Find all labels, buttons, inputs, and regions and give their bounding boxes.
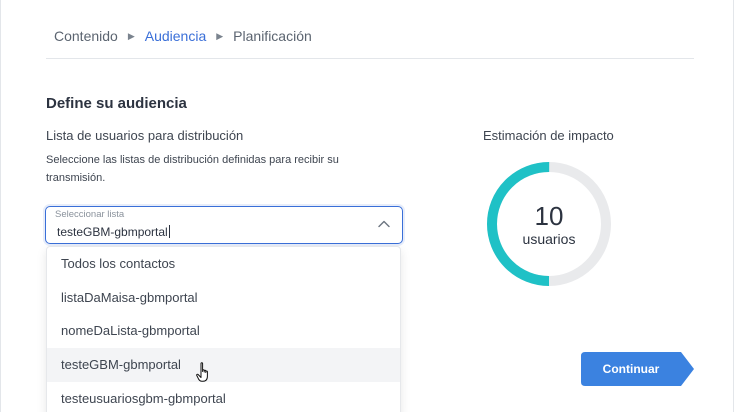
section-title: Define su audiencia xyxy=(46,95,187,112)
distribution-list-select[interactable]: Seleccionar lista testeGBM-gbmportal xyxy=(45,206,403,244)
dropdown-option[interactable]: nomeDaLista-gbmportal xyxy=(47,314,400,348)
distribution-list-description: Seleccione las listas de distribución de… xyxy=(46,154,339,184)
impact-unit: usuarios xyxy=(522,231,576,247)
breadcrumb-separator-icon: ▶ xyxy=(216,30,224,41)
distribution-list-dropdown: Todos los contactos listaDaMaisa-gbmport… xyxy=(46,246,401,412)
select-current-value[interactable]: testeGBM-gbmportal xyxy=(57,225,170,239)
continue-button-label: Continuar xyxy=(602,362,660,376)
breadcrumb-step-planning[interactable]: Planificación xyxy=(233,28,312,44)
impact-count: 10 xyxy=(534,201,564,231)
dropdown-option-hovered[interactable]: testeGBM-gbmportal xyxy=(47,348,400,382)
breadcrumb-step-audience[interactable]: Audiencia xyxy=(145,28,207,44)
breadcrumb: Contenido ▶ Audiencia ▶ Planificación xyxy=(54,28,312,44)
select-floating-label: Seleccionar lista xyxy=(55,209,125,220)
chevron-up-icon[interactable] xyxy=(378,219,390,229)
audience-step-card: Contenido ▶ Audiencia ▶ Planificación De… xyxy=(0,0,734,412)
breadcrumb-step-content[interactable]: Contenido xyxy=(54,28,118,44)
dropdown-option[interactable]: listaDaMaisa-gbmportal xyxy=(47,281,400,315)
distribution-list-title: Lista de usuarios para distribución xyxy=(46,128,244,143)
dropdown-option[interactable]: testeusuariosgbm-gbmportal xyxy=(47,382,400,412)
hand-pointer-cursor-icon xyxy=(196,362,208,382)
breadcrumb-separator-icon: ▶ xyxy=(127,30,135,41)
dropdown-option[interactable]: Todos los contactos xyxy=(47,247,400,281)
impact-estimate-title: Estimación de impacto xyxy=(483,128,614,143)
header-divider xyxy=(46,58,694,59)
text-caret xyxy=(168,225,170,238)
continue-button[interactable]: Continuar xyxy=(581,352,694,386)
